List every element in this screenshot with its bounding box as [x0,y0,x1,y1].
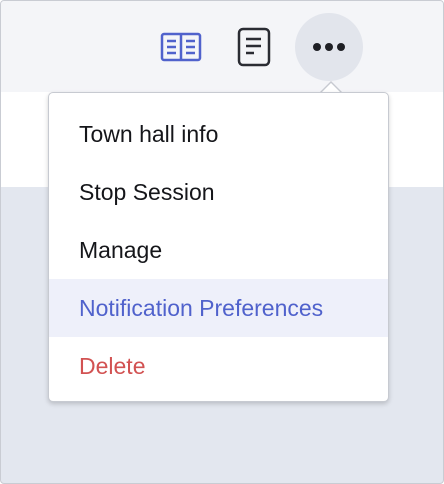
menu-item-notification-preferences[interactable]: Notification Preferences [49,279,388,337]
app-frame: Town hall info Stop Session Manage Notif… [0,0,444,484]
more-options-button[interactable] [295,13,363,81]
menu-item-manage[interactable]: Manage [49,221,388,279]
menu-item-stop-session[interactable]: Stop Session [49,163,388,221]
notes-button[interactable] [231,23,277,71]
reader-view-button[interactable] [156,25,206,69]
menu-item-delete[interactable]: Delete [49,337,388,395]
options-dropdown-menu: Town hall info Stop Session Manage Notif… [48,92,389,402]
reader-view-icon [160,32,202,62]
top-toolbar [1,1,443,92]
notes-icon [237,27,271,67]
more-options-icon [311,38,347,56]
menu-item-town-hall-info[interactable]: Town hall info [49,105,388,163]
